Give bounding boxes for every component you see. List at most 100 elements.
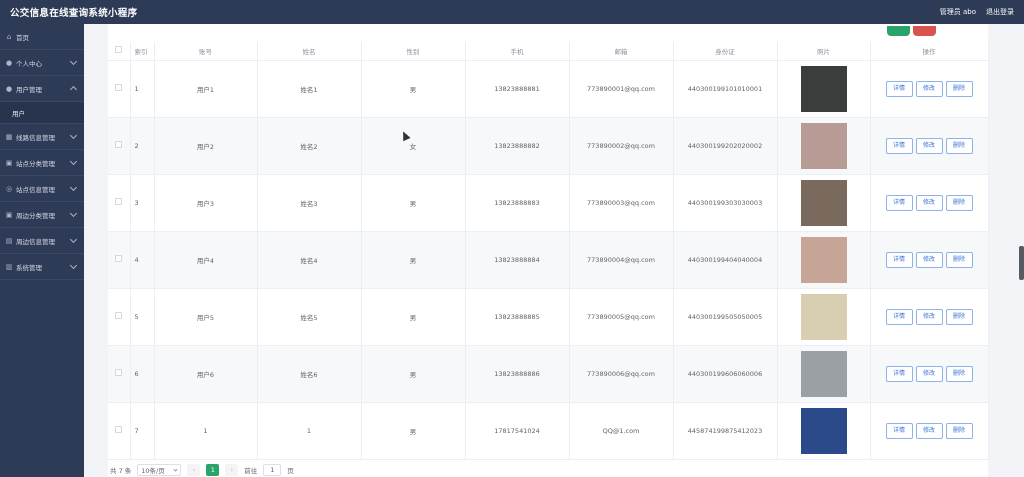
scrollbar-thumb[interactable] <box>1019 246 1024 280</box>
add-button[interactable] <box>887 26 910 36</box>
table-panel: 索引 账号 姓名 性别 手机 邮箱 身份证 照片 操作 1 用户1 姓名1 男 1382… <box>108 24 989 477</box>
sidebar-item-label: 用户管理 <box>16 85 42 94</box>
row-select-cell[interactable] <box>108 174 131 232</box>
sidebar-item-system[interactable]: ▥ 系统管理 <box>0 254 84 280</box>
sidebar-item-user-management[interactable]: ● 用户管理 <box>0 76 84 102</box>
col-header-email: 邮箱 <box>569 42 674 61</box>
logout-button[interactable]: 退出登录 <box>986 7 1014 17</box>
detail-button[interactable]: 详情 <box>885 251 913 268</box>
chevron-down-icon <box>173 466 178 472</box>
row-checkbox[interactable] <box>115 255 123 262</box>
delete-button[interactable]: 删除 <box>945 422 973 439</box>
col-header-actions: 操作 <box>870 42 989 61</box>
col-header-photo: 照片 <box>777 42 871 61</box>
cell-actions: 详情 修改 删除 <box>870 288 989 346</box>
cell-idcard: 440300199606060006 <box>673 345 778 403</box>
page-number-current[interactable]: 1 <box>206 464 220 476</box>
cell-phone: 13823888883 <box>465 174 570 232</box>
col-header-name: 姓名 <box>257 42 362 61</box>
home-icon: ⌂ <box>6 32 12 41</box>
cell-idcard: 440300199101010001 <box>673 60 778 118</box>
cell-account: 用户2 <box>154 117 258 175</box>
sidebar-item-label: 周边分类管理 <box>16 211 55 220</box>
row-select-cell[interactable] <box>108 288 131 346</box>
row-checkbox[interactable] <box>115 369 123 376</box>
user-photo <box>800 122 847 169</box>
cell-gender: 男 <box>361 60 466 118</box>
sidebar-item-nearby-info[interactable]: ▤ 周边信息管理 <box>0 228 84 254</box>
edit-button[interactable]: 修改 <box>915 422 943 439</box>
sidebar-item-nearby-category[interactable]: ▣ 周边分类管理 <box>0 202 84 228</box>
sidebar-item-station-category[interactable]: ▣ 站点分类管理 <box>0 150 84 176</box>
table-row: 5 用户5 姓名5 男 13823888885 773890005@qq.com 44030… <box>108 288 989 346</box>
cell-name: 姓名3 <box>257 174 362 232</box>
prev-page-button[interactable]: ‹ <box>187 464 201 476</box>
cell-index: 7 <box>130 402 155 460</box>
cell-name: 姓名1 <box>257 60 362 118</box>
sidebar-item-route-info[interactable]: ▦ 线路信息管理 <box>0 124 84 150</box>
cell-index: 6 <box>130 345 155 403</box>
user-photo <box>800 293 847 340</box>
delete-button[interactable]: 删除 <box>945 365 973 382</box>
row-checkbox[interactable] <box>115 84 123 91</box>
sidebar-item-profile[interactable]: ● 个人中心 <box>0 50 84 76</box>
row-select-cell[interactable] <box>108 60 131 118</box>
row-select-cell[interactable] <box>108 117 131 175</box>
cell-phone: 13823888884 <box>465 231 570 289</box>
sidebar-subitem-users[interactable]: 用户 <box>0 102 84 124</box>
table-row: 2 用户2 姓名2 女 13823888882 773890002@qq.com 44030… <box>108 117 989 175</box>
pagination: 共 7 条 10条/页 ‹ 1 › 前往 1 页 <box>110 464 294 476</box>
cell-email: 773890005@qq.com <box>569 288 674 346</box>
cell-email: 773890006@qq.com <box>569 345 674 403</box>
row-select-cell[interactable] <box>108 231 131 289</box>
delete-button[interactable]: 删除 <box>945 194 973 211</box>
row-select-cell[interactable] <box>108 345 131 403</box>
delete-button[interactable]: 删除 <box>945 137 973 154</box>
edit-button[interactable]: 修改 <box>915 251 943 268</box>
page-size-select[interactable]: 10条/页 <box>137 464 182 476</box>
sidebar-item-home[interactable]: ⌂ 首页 <box>0 24 84 50</box>
table-row: 6 用户6 姓名6 男 13823888886 773890006@qq.com 44030… <box>108 345 989 403</box>
cell-name: 姓名4 <box>257 231 362 289</box>
detail-button[interactable]: 详情 <box>885 365 913 382</box>
cell-index: 4 <box>130 231 155 289</box>
category-icon: ▣ <box>5 210 13 219</box>
cell-phone: 13823888885 <box>465 288 570 346</box>
sidebar-item-label: 系统管理 <box>16 263 42 272</box>
delete-button[interactable]: 删除 <box>945 251 973 268</box>
delete-button[interactable]: 删除 <box>945 80 973 97</box>
edit-button[interactable]: 修改 <box>915 365 943 382</box>
page-size-value: 10条/页 <box>141 467 165 475</box>
cell-name: 姓名2 <box>257 117 362 175</box>
goto-page-input[interactable]: 1 <box>263 464 282 476</box>
row-select-cell[interactable] <box>108 402 131 460</box>
cell-phone: 13823888886 <box>465 345 570 403</box>
detail-button[interactable]: 详情 <box>885 194 913 211</box>
cell-photo <box>777 231 871 289</box>
row-checkbox[interactable] <box>115 426 123 433</box>
edit-button[interactable]: 修改 <box>915 137 943 154</box>
toolbar-buttons <box>887 26 936 36</box>
sidebar-item-station-info[interactable]: ◎ 站点信息管理 <box>0 176 84 202</box>
next-page-button[interactable]: › <box>225 464 239 476</box>
delete-button[interactable]: 删除 <box>945 308 973 325</box>
cell-email: 773890004@qq.com <box>569 231 674 289</box>
select-all-checkbox[interactable] <box>115 46 123 54</box>
edit-button[interactable]: 修改 <box>915 80 943 97</box>
row-checkbox[interactable] <box>115 141 123 148</box>
detail-button[interactable]: 详情 <box>885 80 913 97</box>
nearby-icon: ▤ <box>5 236 13 245</box>
cell-actions: 详情 修改 删除 <box>870 402 989 460</box>
cell-photo <box>777 117 871 175</box>
detail-button[interactable]: 详情 <box>885 308 913 325</box>
select-all-cell[interactable] <box>108 42 131 61</box>
edit-button[interactable]: 修改 <box>915 194 943 211</box>
row-checkbox[interactable] <box>115 198 123 205</box>
batch-delete-button[interactable] <box>913 26 936 36</box>
row-checkbox[interactable] <box>115 312 123 319</box>
cell-index: 3 <box>130 174 155 232</box>
detail-button[interactable]: 详情 <box>885 422 913 439</box>
edit-button[interactable]: 修改 <box>915 308 943 325</box>
sidebar-item-label: 首页 <box>16 33 29 42</box>
detail-button[interactable]: 详情 <box>885 137 913 154</box>
